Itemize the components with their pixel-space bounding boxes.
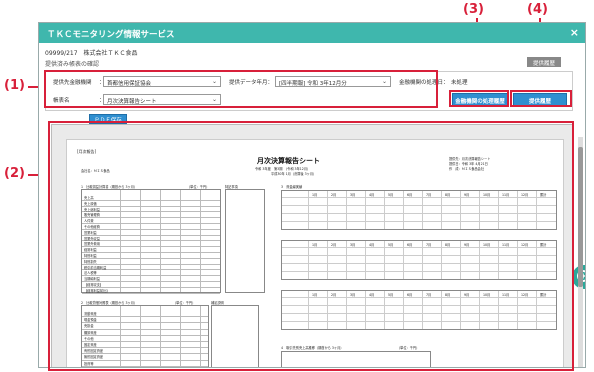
history-button[interactable]: 提供履歴: [527, 57, 561, 67]
company-label: 09999/217 株式会社ＴＫＣ食品: [45, 50, 138, 57]
callout-4: (4): [527, 2, 548, 17]
callout-2: (2): [4, 166, 25, 181]
section-title: 提供済み帳表の確認: [45, 61, 100, 68]
viewer-scrollbar[interactable]: [578, 137, 583, 367]
callout-3: (3): [463, 2, 484, 17]
highlight-box-4: [510, 90, 572, 107]
highlight-box-3: [449, 90, 509, 107]
title-bar: ＴＫＣモニタリング情報サービス ×: [39, 23, 585, 43]
highlight-box-1: [44, 70, 438, 108]
close-icon[interactable]: ×: [570, 26, 579, 39]
highlight-box-2: [48, 121, 574, 371]
scrollbar-thumb[interactable]: [578, 147, 583, 287]
app-title: ＴＫＣモニタリング情報サービス: [47, 30, 175, 40]
status-value: 未処理: [451, 80, 468, 86]
callout-1: (1): [4, 78, 25, 93]
